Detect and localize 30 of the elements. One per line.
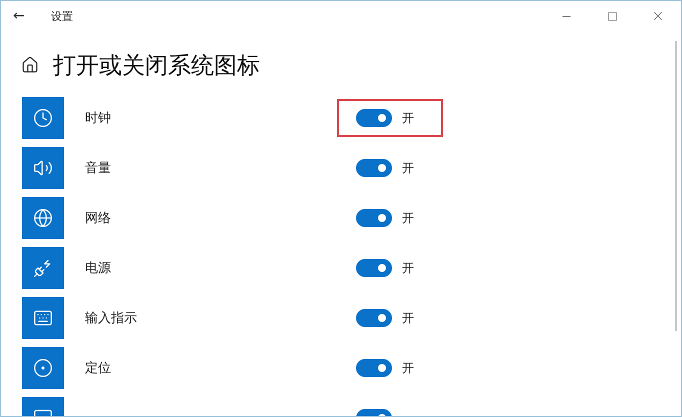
toggle-state: 开 — [402, 310, 414, 326]
back-button[interactable]: ← — [13, 8, 41, 24]
maximize-icon[interactable] — [606, 10, 618, 22]
setting-label: 网络 — [85, 210, 112, 227]
page-title: 打开或关闭系统图标 — [53, 52, 260, 80]
scrollbar[interactable] — [675, 41, 677, 331]
clock-icon — [22, 97, 64, 139]
setting-label: 定位 — [85, 360, 112, 377]
toggle-switch[interactable] — [356, 159, 392, 177]
plug-icon — [22, 247, 64, 289]
target-icon — [22, 347, 64, 389]
toggle-switch[interactable] — [356, 109, 392, 127]
toggle-state: 开 — [402, 210, 414, 226]
toggle-state: 开 — [402, 110, 414, 126]
globe-icon — [22, 197, 64, 239]
toggle-switch[interactable] — [356, 359, 392, 377]
toggle-switch[interactable] — [356, 309, 392, 327]
setting-label: 时钟 — [85, 110, 112, 127]
keyboard-icon — [22, 297, 64, 339]
toggle-state: 开 — [402, 360, 414, 376]
home-icon[interactable] — [21, 56, 39, 74]
window-title: 设置 — [51, 8, 74, 24]
toggle-switch[interactable] — [356, 209, 392, 227]
speaker-icon — [22, 147, 64, 189]
toggle-state: 开 — [402, 260, 414, 276]
setting-label: 电源 — [85, 260, 112, 277]
toggle-state: 开 — [402, 160, 414, 176]
toggle-switch[interactable] — [356, 259, 392, 277]
setting-label: 输入指示 — [85, 310, 138, 327]
setting-label: 音量 — [85, 160, 112, 177]
